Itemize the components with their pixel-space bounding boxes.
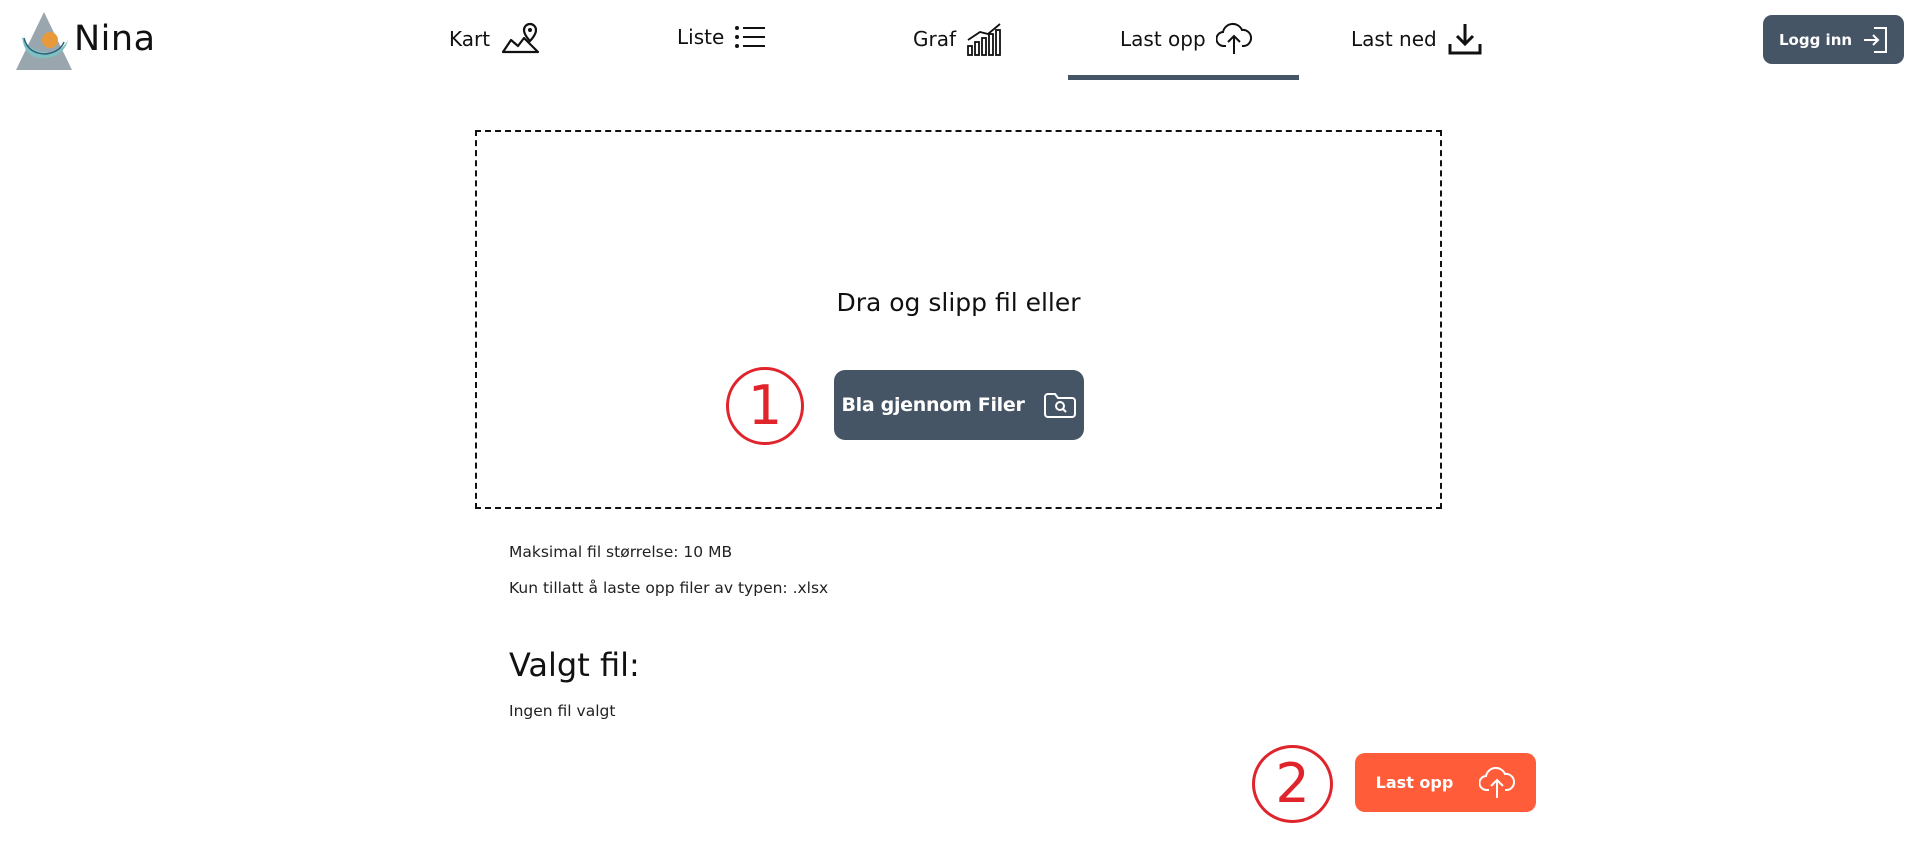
active-tab-indicator <box>1068 75 1299 80</box>
list-icon <box>735 26 766 48</box>
nav-item-label: Kart <box>449 27 491 51</box>
brand-name: Nina <box>74 19 156 59</box>
nav-item-label: Graf <box>913 27 957 51</box>
browse-files-label: Bla gjennom Filer <box>841 394 1025 416</box>
browse-files-button[interactable]: Bla gjennom Filer <box>834 370 1084 440</box>
nina-logo-icon <box>16 12 72 70</box>
selected-file-value: Ingen fil valgt <box>509 702 616 720</box>
nav-item-liste[interactable]: Liste <box>677 24 766 50</box>
cloud-upload-icon <box>1215 22 1252 54</box>
nav-item-last-ned[interactable]: Last ned <box>1351 22 1483 56</box>
upload-submit-label: Last opp <box>1375 773 1454 792</box>
upload-submit-button[interactable]: Last opp <box>1355 753 1536 812</box>
dropzone-text: Dra og slipp fil eller <box>836 288 1081 317</box>
download-icon <box>1448 24 1482 55</box>
login-button[interactable]: Logg inn <box>1763 15 1904 64</box>
nav-item-kart[interactable]: Kart <box>449 22 542 56</box>
nav-item-graf[interactable]: Graf <box>913 22 1002 56</box>
nav-item-label: Last ned <box>1351 27 1437 51</box>
file-dropzone[interactable] <box>475 130 1442 509</box>
bar-chart-icon <box>967 23 1001 56</box>
allowed-file-types-text: Kun tillatt å laste opp filer av typen: … <box>509 579 829 597</box>
cloud-upload-icon <box>1479 766 1516 798</box>
nav-item-label: Liste <box>677 25 725 49</box>
step-2-annotation-number: 2 <box>1275 752 1310 815</box>
step-1-annotation-number: 1 <box>747 374 783 437</box>
nav-item-label: Last opp <box>1120 27 1206 51</box>
selected-file-heading: Valgt fil: <box>509 646 640 684</box>
nav-item-last-opp[interactable]: Last opp <box>1120 22 1252 56</box>
map-pin-icon <box>501 22 540 54</box>
login-label: Logg inn <box>1779 30 1853 49</box>
folder-search-icon <box>1043 393 1076 418</box>
sign-in-icon <box>1864 26 1887 53</box>
max-file-size-text: Maksimal fil størrelse: 10 MB <box>509 543 733 561</box>
